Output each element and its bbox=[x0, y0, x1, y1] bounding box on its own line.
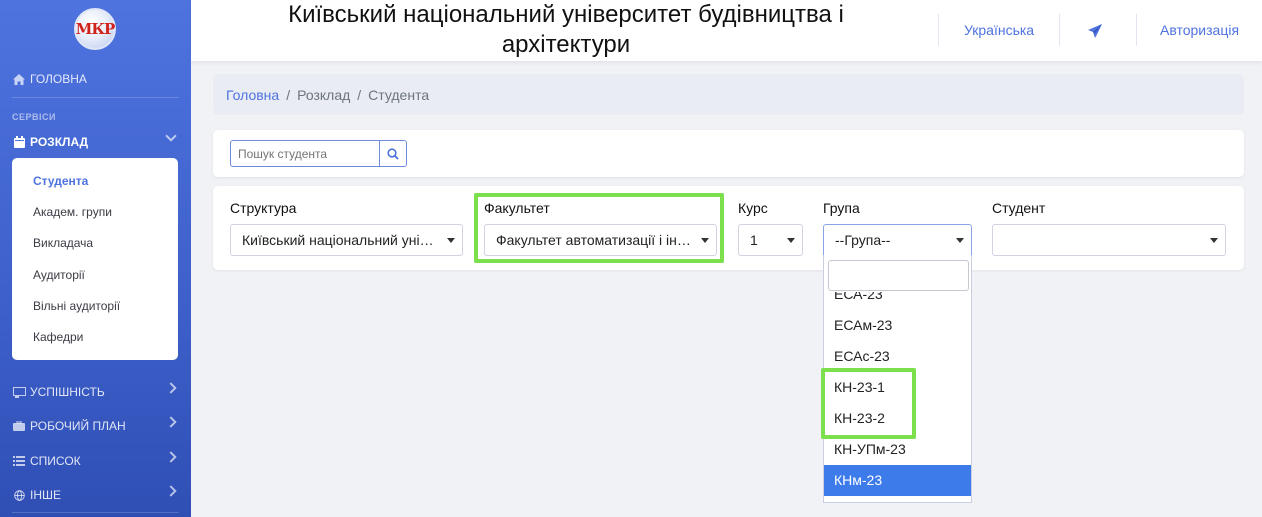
breadcrumb-separator: / bbox=[357, 86, 362, 103]
caret-down-icon bbox=[1210, 238, 1218, 243]
sidebar-item-label: СПИСОК bbox=[30, 454, 81, 468]
structure-select[interactable]: Київський національний унів… bbox=[230, 224, 463, 256]
faculty-label: Факультет bbox=[484, 200, 550, 216]
student-search-input[interactable] bbox=[230, 140, 380, 167]
title-line-1: Київський національний університет будів… bbox=[288, 1, 844, 28]
submenu-item-auditoriums[interactable]: Аудиторії bbox=[33, 268, 85, 282]
group-label: Група bbox=[823, 200, 860, 216]
breadcrumb-current: Студента bbox=[368, 86, 430, 103]
faculty-select-value: Факультет автоматизації і інф… bbox=[496, 232, 703, 248]
sidebar-item-label: ІНШЕ bbox=[30, 488, 62, 502]
breadcrumb-separator: / bbox=[286, 86, 291, 103]
group-option-selected[interactable]: КНм-23 bbox=[824, 465, 971, 496]
breadcrumb-schedule: Розклад bbox=[297, 86, 351, 103]
group-select[interactable]: --Група-- bbox=[823, 224, 972, 256]
submenu-item-teacher[interactable]: Викладача bbox=[33, 236, 93, 250]
telegram-icon[interactable] bbox=[1087, 23, 1103, 39]
sidebar-item-list[interactable]: СПИСОК bbox=[12, 448, 181, 474]
breadcrumb-home[interactable]: Головна bbox=[226, 87, 279, 103]
sidebar-item-label: РОБОЧИЙ ПЛАН bbox=[30, 419, 126, 433]
chevron-right-icon bbox=[165, 485, 177, 497]
home-icon bbox=[12, 73, 26, 85]
chevron-right-icon bbox=[165, 451, 177, 463]
submenu-item-free-auditoriums[interactable]: Вільні аудиторії bbox=[33, 299, 120, 313]
chalkboard-icon bbox=[12, 386, 26, 398]
sidebar-divider bbox=[12, 97, 179, 98]
topbar-divider bbox=[1059, 14, 1060, 46]
course-select[interactable]: 1 bbox=[738, 224, 803, 256]
group-option[interactable]: КН-23-2 bbox=[824, 403, 971, 434]
search-card bbox=[213, 130, 1244, 177]
group-dropdown-search[interactable] bbox=[828, 260, 969, 291]
sidebar-item-label: ГОЛОВНА bbox=[30, 72, 87, 86]
language-link[interactable]: Українська bbox=[964, 22, 1034, 38]
course-label: Курс bbox=[738, 200, 768, 216]
globe-icon bbox=[12, 489, 26, 501]
topbar-divider bbox=[1136, 14, 1137, 46]
auth-link[interactable]: Авторизація bbox=[1160, 22, 1239, 38]
sidebar-item-performance[interactable]: УСПІШНІСТЬ bbox=[12, 379, 181, 405]
university-logo[interactable]: МКР bbox=[74, 8, 116, 50]
sidebar-item-label: УСПІШНІСТЬ bbox=[30, 385, 105, 399]
topbar-divider bbox=[938, 14, 939, 46]
group-option[interactable]: ЕСА-23 bbox=[824, 292, 971, 310]
caret-down-icon bbox=[787, 238, 795, 243]
group-dropdown: ЕСА-23 ЕСАм-23 ЕСАс-23 КН-23-1 КН-23-2 К… bbox=[823, 255, 972, 503]
breadcrumb: Головна / Розклад / Студента bbox=[213, 74, 1244, 115]
submenu-item-academic-groups[interactable]: Академ. групи bbox=[33, 205, 112, 219]
student-select[interactable] bbox=[992, 224, 1226, 256]
sidebar-item-home[interactable]: ГОЛОВНА bbox=[12, 66, 181, 92]
sidebar-divider bbox=[12, 512, 179, 513]
structure-label: Структура bbox=[230, 200, 297, 216]
chevron-down-icon bbox=[165, 130, 177, 142]
list-icon bbox=[12, 455, 26, 467]
search-icon bbox=[387, 147, 399, 160]
caret-down-icon bbox=[447, 238, 455, 243]
briefcase-icon bbox=[12, 420, 26, 432]
structure-select-value: Київський національний унів… bbox=[242, 232, 442, 248]
chevron-right-icon bbox=[165, 416, 177, 428]
group-option[interactable]: ЕСАм-23 bbox=[824, 310, 971, 341]
sidebar-item-schedule[interactable]: РОЗКЛАД bbox=[12, 129, 181, 155]
group-option[interactable]: ЕСАс-23 bbox=[824, 341, 971, 372]
search-button[interactable] bbox=[379, 140, 407, 167]
caret-down-icon bbox=[956, 238, 964, 243]
logo-text: МКР bbox=[75, 20, 116, 38]
group-options-list: ЕСА-23 ЕСАм-23 ЕСАс-23 КН-23-1 КН-23-2 К… bbox=[824, 292, 971, 502]
page-title: Київський національний університет будів… bbox=[201, 0, 931, 60]
top-bar: Київський національний університет будів… bbox=[191, 0, 1262, 61]
faculty-select[interactable]: Факультет автоматизації і інф… bbox=[484, 224, 717, 256]
sidebar-heading-services: СЕРВІСИ bbox=[12, 112, 56, 122]
group-option[interactable]: КН-23-1 bbox=[824, 372, 971, 403]
sidebar-item-other[interactable]: ІНШЕ bbox=[12, 482, 181, 508]
submenu-item-student[interactable]: Студента bbox=[33, 174, 88, 188]
student-label: Студент bbox=[992, 200, 1046, 216]
submenu-item-departments[interactable]: Кафедри bbox=[33, 330, 83, 344]
chevron-right-icon bbox=[165, 382, 177, 394]
calendar-icon bbox=[12, 136, 26, 148]
sidebar: МКР ГОЛОВНА СЕРВІСИ РОЗКЛАД Студента Ака… bbox=[0, 0, 191, 517]
schedule-submenu: Студента Академ. групи Викладача Аудитор… bbox=[12, 158, 178, 360]
sidebar-item-work-plan[interactable]: РОБОЧИЙ ПЛАН bbox=[12, 413, 181, 439]
sidebar-item-label: РОЗКЛАД bbox=[30, 135, 89, 149]
filters-card: Структура Київський національний унів… Ф… bbox=[213, 186, 1244, 270]
group-option[interactable]: КН-УПм-23 bbox=[824, 434, 971, 465]
title-line-2: архітектури bbox=[501, 31, 631, 58]
group-select-value: --Група-- bbox=[835, 232, 891, 248]
caret-down-icon bbox=[701, 238, 709, 243]
